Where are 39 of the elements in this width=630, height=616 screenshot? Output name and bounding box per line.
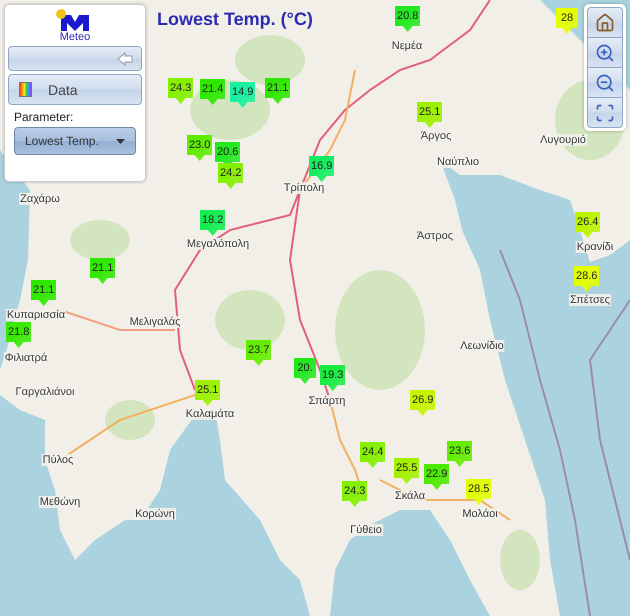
logo-text: Meteo <box>60 31 90 43</box>
zoom-out-button[interactable] <box>587 67 623 98</box>
place-label: Κορώνη <box>134 508 176 520</box>
place-label: Ζαχάρω <box>19 193 61 205</box>
place-label: Τρίπολη <box>282 182 326 194</box>
parameter-select[interactable]: Lowest Temp. <box>14 127 136 155</box>
place-label: Σπέτσες <box>569 294 611 306</box>
place-label: Άργος <box>420 130 452 142</box>
zoom-in-button[interactable] <box>587 37 623 68</box>
place-label: Κρανίδι <box>576 241 614 253</box>
place-label: Ναύπλιο <box>436 156 480 168</box>
place-label: Μολάοι <box>461 508 499 520</box>
place-label: Μεθώνη <box>38 496 82 508</box>
place-label: Σπάρτη <box>308 395 346 407</box>
place-label: Γαργαλιάνοι <box>14 386 76 398</box>
home-button[interactable] <box>587 7 623 38</box>
place-label: Καλαμάτα <box>184 408 236 420</box>
place-label: Νεμέα <box>390 40 424 52</box>
place-label: Μεγαλόπολη <box>186 238 250 250</box>
data-button[interactable]: Data <box>8 74 142 105</box>
home-icon <box>595 12 615 32</box>
place-label: Μελιγαλάς <box>128 316 182 328</box>
place-label: Λεωνίδιο <box>459 340 505 352</box>
full-extent-icon <box>595 102 615 122</box>
place-label: Λυγουριό <box>539 134 587 146</box>
map-title: Lowest Temp. (°C) <box>157 9 313 30</box>
parameter-label: Parameter: <box>14 110 74 124</box>
place-label: Σκάλα <box>394 490 426 502</box>
place-label: Γύθειο <box>349 524 383 536</box>
arrow-left-icon <box>117 52 133 66</box>
place-label: Κυπαρισσία <box>6 309 66 321</box>
place-label: Άστρος <box>416 230 454 242</box>
place-label: Φιλιατρά <box>4 352 48 364</box>
zoom-in-icon <box>595 42 615 62</box>
place-label: Πύλος <box>42 454 74 466</box>
color-scale-icon <box>19 82 32 97</box>
zoom-out-icon <box>595 72 615 92</box>
caret-icon <box>116 138 125 144</box>
full-extent-button[interactable] <box>587 97 623 128</box>
